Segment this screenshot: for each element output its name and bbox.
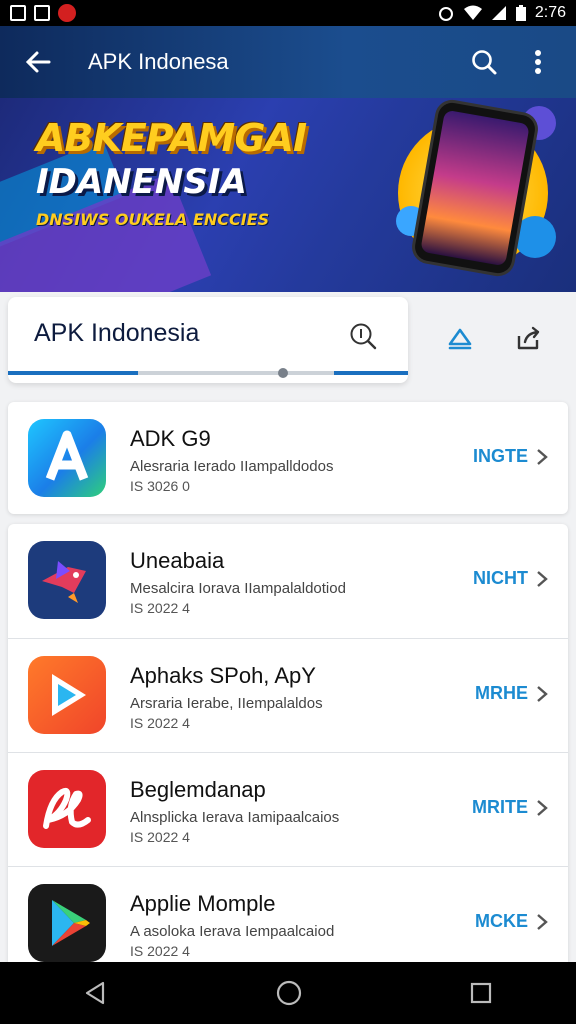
system-navigation-bar xyxy=(0,962,576,1024)
app-bar: APK Indonesa xyxy=(0,26,576,98)
app-description: Alesraria Ierado IIampalldodos xyxy=(130,458,334,475)
banner-tagline: DNSIWS OUKELA ENCCIES xyxy=(36,210,270,229)
chevron-right-icon xyxy=(537,570,548,587)
app-meta: IS 3026 0 xyxy=(130,478,190,494)
play-icon xyxy=(28,656,106,734)
share-button[interactable] xyxy=(508,320,548,356)
app-action-label: MRITE xyxy=(472,797,528,817)
app-meta: IS 2022 4 xyxy=(130,829,190,845)
app-action-button[interactable]: NICHT xyxy=(473,568,548,589)
app-action-label: INGTE xyxy=(472,446,528,466)
search-info-icon[interactable] xyxy=(348,321,378,351)
chevron-right-icon xyxy=(537,799,548,816)
app-action-label: NICHT xyxy=(473,568,528,588)
filter-icon xyxy=(448,328,472,350)
app-list-item[interactable]: ADK G9 Alesraria Ierado IIampalldodos IS… xyxy=(8,402,568,516)
search-progress-fill xyxy=(334,371,408,375)
app-name: Aphaks SPoh, ApY xyxy=(130,663,316,688)
app-meta: IS 2022 4 xyxy=(130,943,190,959)
search-progress-track xyxy=(8,368,408,378)
banner-bubble xyxy=(514,216,556,258)
app-meta: IS 2022 4 xyxy=(130,600,190,616)
phone-screen-graphic xyxy=(420,109,530,267)
app-name: Applie Momple xyxy=(130,891,276,916)
back-arrow-icon[interactable] xyxy=(18,48,58,76)
app-name: ADK G9 xyxy=(130,426,211,451)
app-description: Alnsplicka Ierava Iamipaalcaios xyxy=(130,809,340,826)
search-button[interactable] xyxy=(464,42,504,82)
app-description: A asoloka Ierava Iempaalcaiod xyxy=(130,923,335,940)
app-action-button[interactable]: INGTE xyxy=(473,446,548,467)
clock: 2:76 xyxy=(534,4,566,21)
app-list-item[interactable]: Uneabaia Mesalcira Iorava IIampalaldotio… xyxy=(8,524,568,638)
app-action-label: MRHE xyxy=(475,683,528,703)
app-bar-title: APK Indonesa xyxy=(88,49,229,74)
filter-button[interactable] xyxy=(440,320,480,356)
share-icon xyxy=(517,326,540,350)
a-letter-icon xyxy=(28,419,106,497)
app-action-button[interactable]: MRITE xyxy=(472,797,548,818)
banner-headline-secondary: IDANENSIA xyxy=(36,162,247,202)
signal-icon xyxy=(491,6,506,20)
banner-headline: ABKEPAMGAI xyxy=(36,116,307,160)
app-meta: IS 2022 4 xyxy=(130,715,190,731)
search-input[interactable]: APK Indonesia xyxy=(34,319,199,348)
app-list-item[interactable]: Aphaks SPoh, ApY Arsraria Ierabe, IIempa… xyxy=(8,638,568,753)
nav-recents-icon[interactable] xyxy=(469,981,493,1005)
app-description: Mesalcira Iorava IIampalaldotiod xyxy=(130,580,346,597)
chevron-right-icon xyxy=(537,913,548,930)
app-action-label: MCKE xyxy=(475,911,528,931)
status-bar: 2:76 xyxy=(0,0,576,26)
app-name: Beglemdanap xyxy=(130,777,266,802)
app-list-item[interactable]: Beglemdanap Alnsplicka Ierava Iamipaalca… xyxy=(8,752,568,867)
image-notification-icon xyxy=(10,5,26,21)
app-description: Arsraria Ierabe, IIempalaldos xyxy=(130,695,323,712)
bird-icon xyxy=(28,541,106,619)
chevron-right-icon xyxy=(537,448,548,465)
chevron-right-icon xyxy=(537,685,548,702)
app-action-button[interactable]: MCKE xyxy=(475,911,548,932)
app-name: Uneabaia xyxy=(130,548,225,573)
app-list: Uneabaia Mesalcira Iorava IIampalaldotio… xyxy=(8,524,568,964)
search-icon xyxy=(472,50,497,75)
alarm-icon xyxy=(438,7,453,21)
wifi-icon xyxy=(463,5,482,20)
more-options-button[interactable] xyxy=(518,42,558,82)
search-progress-fill xyxy=(8,371,138,375)
google-play-icon xyxy=(28,884,106,962)
script-logo-icon xyxy=(28,770,106,848)
gallery-notification-icon xyxy=(34,5,50,21)
search-progress-knob[interactable] xyxy=(278,368,288,378)
nav-back-icon[interactable] xyxy=(83,980,109,1006)
promo-banner[interactable]: ABKEPAMGAI IDANENSIA DNSIWS OUKELA ENCCI… xyxy=(0,98,576,292)
app-action-button[interactable]: MRHE xyxy=(475,683,548,704)
battery-icon xyxy=(515,5,526,21)
app-card-featured: ADK G9 Alesraria Ierado IIampalldodos IS… xyxy=(8,402,568,514)
nav-home-icon[interactable] xyxy=(275,979,303,1007)
app-notification-icon xyxy=(58,4,76,22)
search-bar[interactable]: APK Indonesia xyxy=(8,297,408,383)
more-vert-icon xyxy=(535,50,541,74)
